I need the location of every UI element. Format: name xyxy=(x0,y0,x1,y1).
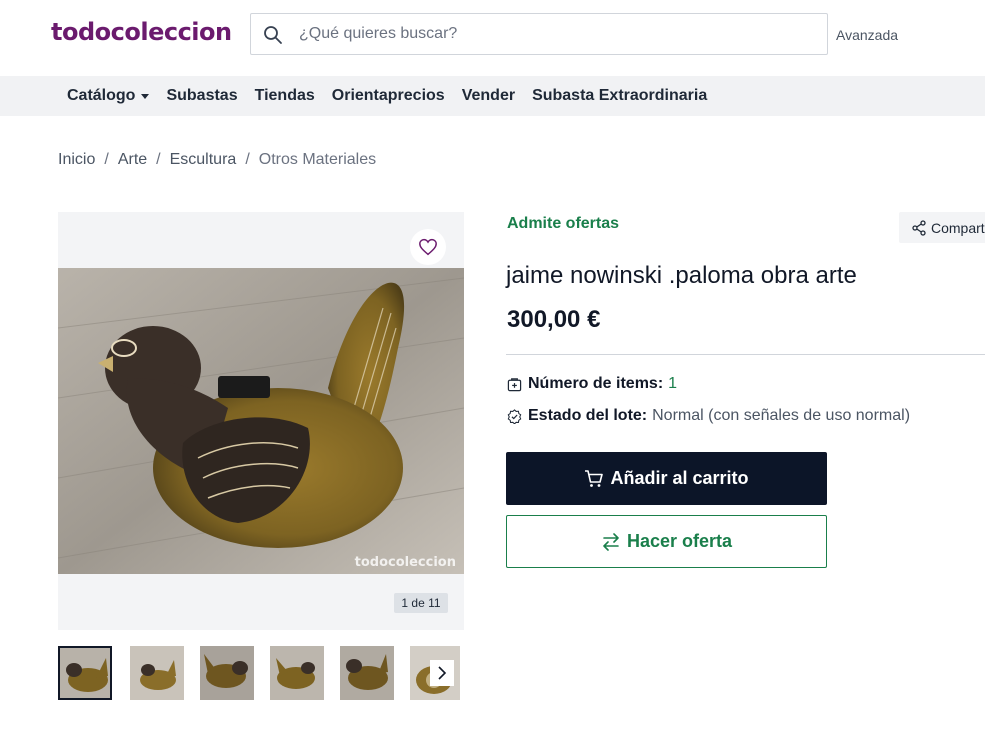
add-to-cart-button[interactable]: Añadir al carrito xyxy=(506,452,827,505)
header: todocoleccion Avanzada xyxy=(0,0,985,76)
site-logo[interactable]: todocoleccion xyxy=(51,18,232,46)
nav-item-catalogo[interactable]: Catálogo xyxy=(67,87,150,105)
breadcrumb-separator: / xyxy=(156,151,161,168)
thumbnail[interactable] xyxy=(130,646,184,700)
breadcrumb-escultura[interactable]: Escultura xyxy=(170,151,237,169)
thumbnail[interactable] xyxy=(58,646,112,700)
cart-icon xyxy=(585,469,604,487)
breadcrumb: Inicio / Arte / Escultura / Otros Materi… xyxy=(58,151,376,169)
search-box[interactable] xyxy=(250,13,828,55)
advanced-search-link[interactable]: Avanzada xyxy=(836,27,898,43)
breadcrumb-separator: / xyxy=(245,151,250,168)
image-watermark: todocoleccion xyxy=(354,555,456,570)
divider xyxy=(506,354,985,355)
thumbnail[interactable] xyxy=(270,646,324,700)
lot-state-value: Normal (con señales de uso normal) xyxy=(652,407,911,424)
search-input[interactable] xyxy=(299,14,819,54)
make-offer-button[interactable]: Hacer oferta xyxy=(506,515,827,568)
breadcrumb-arte[interactable]: Arte xyxy=(118,151,147,169)
arrows-exchange-icon xyxy=(603,532,619,551)
product-main-image[interactable]: todocoleccion xyxy=(58,268,464,574)
product-gallery: todocoleccion 1 de 11 xyxy=(58,212,464,630)
make-offer-label: Hacer oferta xyxy=(626,531,733,551)
caret-down-icon xyxy=(141,93,150,99)
product-title: jaime nowinski .paloma obra arte xyxy=(506,262,857,289)
product-price: 300,00 € xyxy=(507,306,601,333)
badge-check-icon xyxy=(507,408,522,424)
add-to-cart-label: Añadir al carrito xyxy=(610,468,749,488)
breadcrumb-separator: / xyxy=(104,151,109,168)
items-count-row: Número de items: 1 xyxy=(507,375,677,393)
image-counter: 1 de 11 xyxy=(394,593,448,613)
box-plus-icon xyxy=(507,377,522,391)
thumbnails-next-button[interactable] xyxy=(430,660,454,686)
thumbnail-strip xyxy=(58,646,464,700)
favorite-button[interactable] xyxy=(410,229,446,265)
share-button[interactable]: Compartir xyxy=(899,212,985,243)
nav-item-tiendas[interactable]: Tiendas xyxy=(255,87,315,105)
chevron-right-icon xyxy=(438,666,447,680)
heart-icon xyxy=(419,238,437,256)
nav-item-orientaprecios[interactable]: Orientaprecios xyxy=(332,87,445,105)
breadcrumb-inicio[interactable]: Inicio xyxy=(58,151,95,169)
items-count-label: Número de items: xyxy=(528,375,664,392)
main-nav: Catálogo Subastas Tiendas Orientaprecios… xyxy=(0,76,985,116)
nav-item-subasta-extraordinaria[interactable]: Subasta Extraordinaria xyxy=(532,87,707,105)
share-label: Compartir xyxy=(931,219,985,236)
breadcrumb-otros-materiales[interactable]: Otros Materiales xyxy=(259,151,376,169)
nav-item-subastas[interactable]: Subastas xyxy=(166,87,237,105)
accepts-offers-label: Admite ofertas xyxy=(507,215,620,232)
nav-item-label: Catálogo xyxy=(67,87,136,104)
share-icon xyxy=(912,219,926,236)
thumbnail[interactable] xyxy=(340,646,394,700)
search-icon[interactable] xyxy=(263,25,283,45)
nav-item-vender[interactable]: Vender xyxy=(462,87,515,105)
lot-state-row: Estado del lote: Normal (con señales de … xyxy=(507,407,910,425)
thumbnail[interactable] xyxy=(200,646,254,700)
lot-state-label: Estado del lote: xyxy=(528,407,648,424)
items-count-value: 1 xyxy=(668,375,678,392)
